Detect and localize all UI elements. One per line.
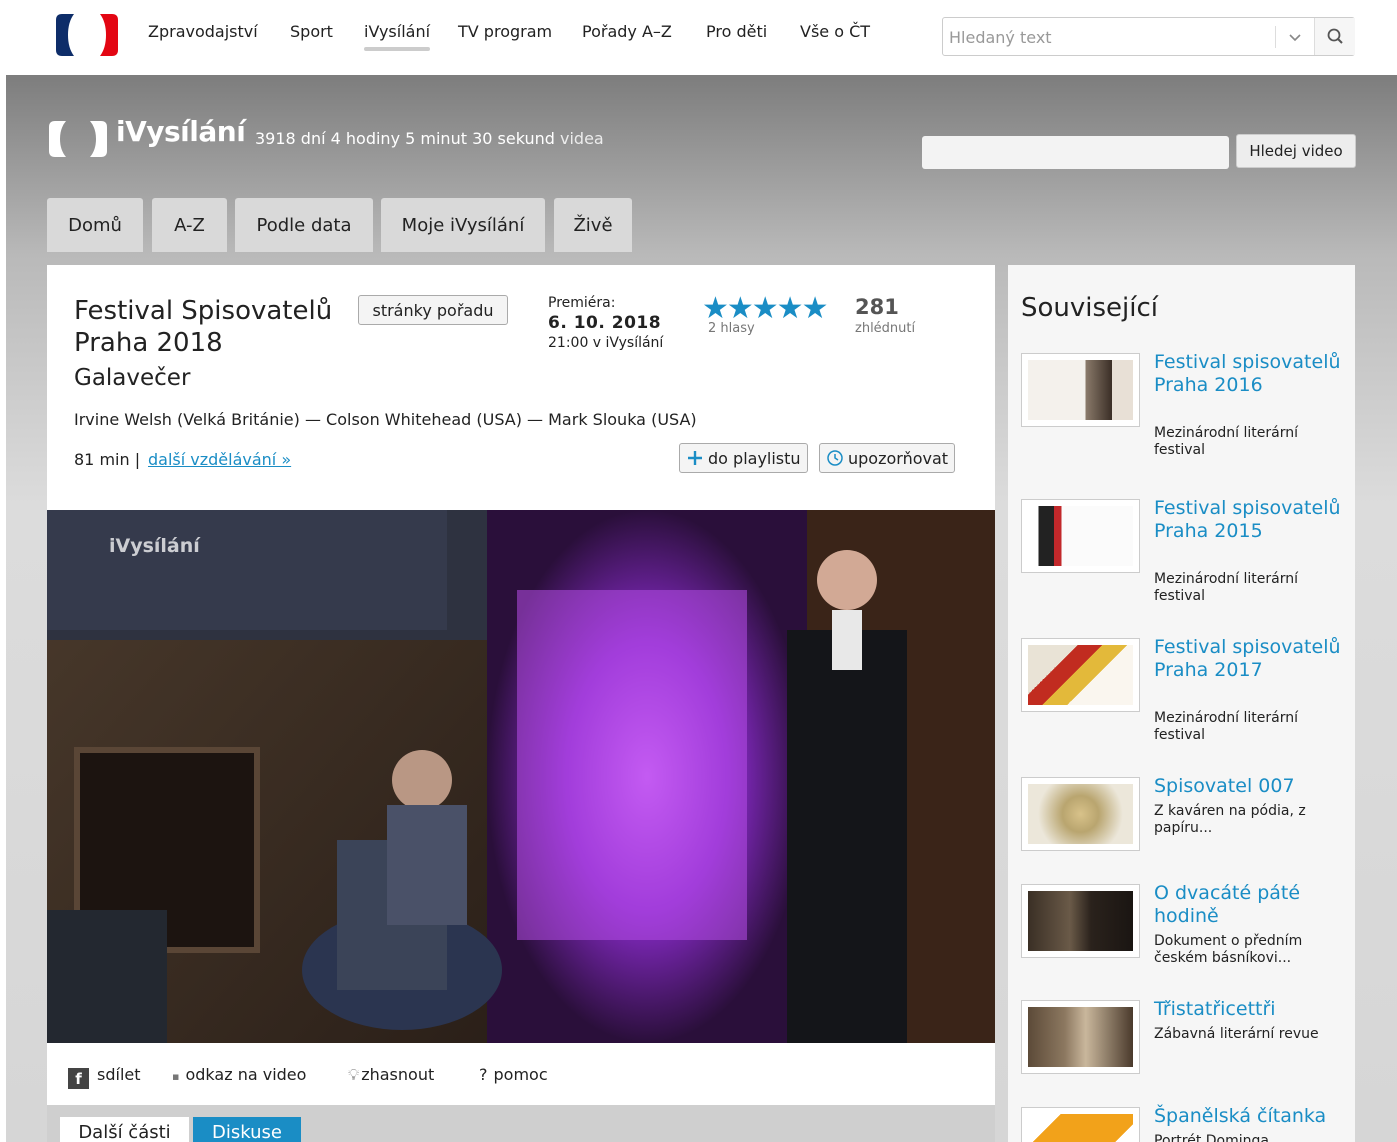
video-link-label: odkaz na video <box>185 1065 307 1084</box>
archive-stats: 3918 dní 4 hodiny 5 minut 30 sekund vide… <box>255 129 604 148</box>
video-link[interactable]: ▪ odkaz na video <box>172 1065 306 1084</box>
related-sidebar: Související Festival spisovatelů Praha 2… <box>1008 265 1355 1142</box>
topnav-item-ivysilani[interactable]: iVysílání <box>364 22 431 51</box>
link-icon: ▪ <box>172 1070 180 1083</box>
tab-a-z[interactable]: A-Z <box>152 198 227 252</box>
top-navigation: Zpravodajství Sport iVysílání TV program… <box>0 0 1397 75</box>
related-thumbnail[interactable] <box>1021 499 1140 573</box>
episode-guests: Irvine Welsh (Velká Británie) — Colson W… <box>74 410 697 429</box>
related-desc: Z kaváren na pódia, z papíru... <box>1154 803 1306 836</box>
chevron-down-icon <box>1289 34 1301 42</box>
more-education-link[interactable]: další vzdělávání » <box>148 450 291 469</box>
tab-dalsi-casti[interactable]: Další části <box>60 1117 189 1142</box>
help-label: pomoc <box>493 1065 548 1084</box>
dim-lights-label: zhasnout <box>361 1065 435 1084</box>
notify-label: upozorňovat <box>848 448 949 468</box>
topnav-item-tv-program[interactable]: TV program <box>458 22 552 41</box>
related-title[interactable]: Festival spisovatelů Praha 2015 <box>1154 497 1344 543</box>
video-player[interactable]: iVysílání <box>47 510 995 1043</box>
video-watermark: iVysílání <box>109 535 200 557</box>
related-desc: Mezinárodní literární festival <box>1154 571 1298 604</box>
related-thumbnail[interactable] <box>1021 777 1140 851</box>
top-search-button[interactable] <box>1314 18 1355 55</box>
view-count: 281 <box>855 295 899 319</box>
topnav-item-pro-deti[interactable]: Pro děti <box>706 22 767 41</box>
episode-panel: Festival Spisovatelů Praha 2018 stránky … <box>47 265 995 1142</box>
show-title: Festival Spisovatelů Praha 2018 <box>74 296 333 358</box>
related-title[interactable]: Španělská čítanka <box>1154 1105 1344 1128</box>
dim-lights[interactable]: 💡︎ zhasnout <box>348 1065 434 1085</box>
related-desc: Mezinárodní literární festival <box>1154 425 1298 458</box>
plus-icon <box>688 451 702 465</box>
archive-stats-suffix: videa <box>560 129 604 148</box>
related-thumbnail[interactable] <box>1021 353 1140 427</box>
sidebar-title: Související <box>1021 293 1159 323</box>
premiere-time: 21:00 v iVysílání <box>548 335 664 351</box>
topnav-item-vse-o-ct[interactable]: Vše o ČT <box>800 22 870 41</box>
share-label: sdílet <box>97 1065 141 1084</box>
sub-tabs-bar: Další části Diskuse <box>47 1105 995 1142</box>
video-search-input[interactable] <box>922 136 1229 169</box>
view-count-label: zhlédnutí <box>855 321 916 336</box>
related-desc: Mezinárodní literární festival <box>1154 710 1298 743</box>
search-dropdown-toggle[interactable] <box>1275 26 1313 48</box>
premiere-label: Premiéra: <box>548 295 616 311</box>
related-title[interactable]: Spisovatel 007 <box>1154 775 1344 798</box>
related-thumbnail[interactable] <box>1021 884 1140 958</box>
topnav-item-porady[interactable]: Pořady A–Z <box>582 22 672 41</box>
archive-stats-value: 3918 dní 4 hodiny 5 minut 30 sekund <box>255 129 555 148</box>
episode-title: Galavečer <box>74 365 191 391</box>
related-desc: Zábavná literární revue <box>1154 1026 1319 1042</box>
show-page-button[interactable]: stránky pořadu <box>358 295 508 325</box>
share-facebook[interactable]: f sdílet <box>68 1065 141 1089</box>
related-title[interactable]: O dvacáté páté hodině <box>1154 882 1344 928</box>
related-title[interactable]: Festival spisovatelů Praha 2017 <box>1154 636 1344 682</box>
tab-diskuse[interactable]: Diskuse <box>193 1117 301 1142</box>
related-desc: Portrét Dominga... <box>1154 1133 1283 1142</box>
topnav-item-sport[interactable]: Sport <box>290 22 333 41</box>
add-to-playlist-label: do playlistu <box>708 448 801 468</box>
top-search-input[interactable] <box>949 24 1269 50</box>
tab-podle-data[interactable]: Podle data <box>235 198 373 252</box>
premiere-date: 6. 10. 2018 <box>548 313 662 333</box>
tab-domu[interactable]: Domů <box>47 198 143 252</box>
topnav-item-zpravodajstvi[interactable]: Zpravodajství <box>148 22 258 41</box>
top-search-box <box>942 17 1355 56</box>
ivysilani-logo-icon[interactable] <box>48 120 108 158</box>
clock-icon <box>827 450 843 466</box>
notify-button[interactable]: upozorňovat <box>819 443 956 473</box>
related-desc: Dokument o předním českém básníkovi... <box>1154 933 1303 966</box>
tab-zive[interactable]: Živě <box>554 198 632 252</box>
video-search-button[interactable]: Hledej video <box>1236 134 1356 168</box>
video-frame-image <box>47 510 995 1043</box>
related-thumbnail[interactable] <box>1021 1000 1140 1074</box>
add-to-playlist-button[interactable]: do playlistu <box>679 443 808 473</box>
related-thumbnail[interactable] <box>1021 1107 1140 1142</box>
question-icon: ? <box>479 1065 488 1084</box>
bulb-icon: 💡︎ <box>348 1065 360 1084</box>
ct-logo[interactable] <box>54 12 120 58</box>
search-icon <box>1327 28 1343 44</box>
related-title[interactable]: Festival spisovatelů Praha 2016 <box>1154 351 1344 397</box>
episode-duration: 81 min | <box>74 450 141 469</box>
related-title[interactable]: Třistatřicettři <box>1154 998 1344 1021</box>
rating-votes: 2 hlasy <box>708 321 755 336</box>
help-link[interactable]: ? pomoc <box>479 1065 548 1084</box>
related-thumbnail[interactable] <box>1021 638 1140 712</box>
tab-moje-ivysilani[interactable]: Moje iVysílání <box>381 198 545 252</box>
ivysilani-title[interactable]: iVysílání <box>116 115 246 148</box>
facebook-icon: f <box>68 1068 89 1089</box>
